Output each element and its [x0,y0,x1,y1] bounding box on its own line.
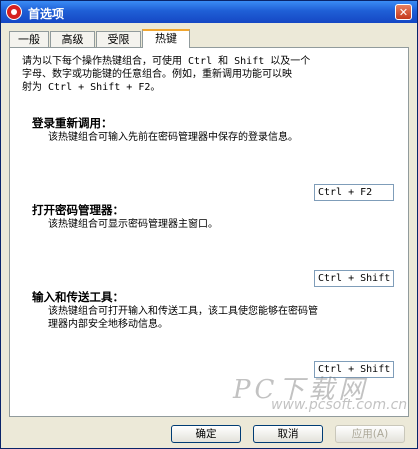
description-line: 理器内部安全地移动信息。 [48,319,168,330]
transfer-tool-title: 输入和传送工具： [32,290,124,304]
tab-advanced[interactable]: 高级 [50,31,95,47]
close-button[interactable]: ✕ [395,4,412,20]
intro-line: 请为以下每个操作热键组合，可使用 Ctrl 和 Shift 以及一个 [22,56,311,67]
intro-text: 请为以下每个操作热键组合，可使用 Ctrl 和 Shift 以及一个 字母、数字… [22,55,402,94]
apply-button[interactable]: 应用(A) [335,425,405,443]
open-manager-hotkey-input[interactable]: Ctrl + Shift [314,270,394,287]
intro-line: 射为 Ctrl + Shift + F2。 [22,82,161,93]
login-recall-description: 该热键组合可输入先前在密码管理器中保存的登录信息。 [48,132,298,143]
tab-restricted[interactable]: 受限 [96,31,141,47]
tab-general[interactable]: 一般 [9,31,49,47]
preferences-window: 首选项 ✕ 一般 高级 受限 热键 请为以下每个操作热键组合，可使用 Ctrl … [0,0,418,449]
open-manager-title: 打开密码管理器： [32,203,124,217]
open-manager-description: 该热键组合可显示密码管理器主窗口。 [48,219,218,230]
login-recall-title: 登录重新调用： [32,116,113,130]
transfer-tool-description: 该热键组合可打开输入和传送工具，该工具使您能够在密码管 理器内部安全地移动信息。 [48,305,398,331]
cancel-button[interactable]: 取消 [253,425,323,443]
transfer-tool-hotkey-input[interactable]: Ctrl + Shift [314,361,394,378]
description-line: 该热键组合可打开输入和传送工具，该工具使您能够在密码管 [48,306,318,317]
app-icon [6,4,22,20]
hotkeys-panel: 请为以下每个操作热键组合，可使用 Ctrl 和 Shift 以及一个 字母、数字… [9,47,409,417]
intro-line: 字母、数字或功能键的任意组合。例如，重新调用功能可以映 [22,69,292,80]
window-title: 首选项 [28,7,65,21]
tab-hotkeys[interactable]: 热键 [142,29,190,48]
ok-button[interactable]: 确定 [171,425,241,443]
login-recall-hotkey-input[interactable]: Ctrl + F2 [314,184,394,201]
title-bar[interactable]: 首选项 ✕ [1,1,417,23]
